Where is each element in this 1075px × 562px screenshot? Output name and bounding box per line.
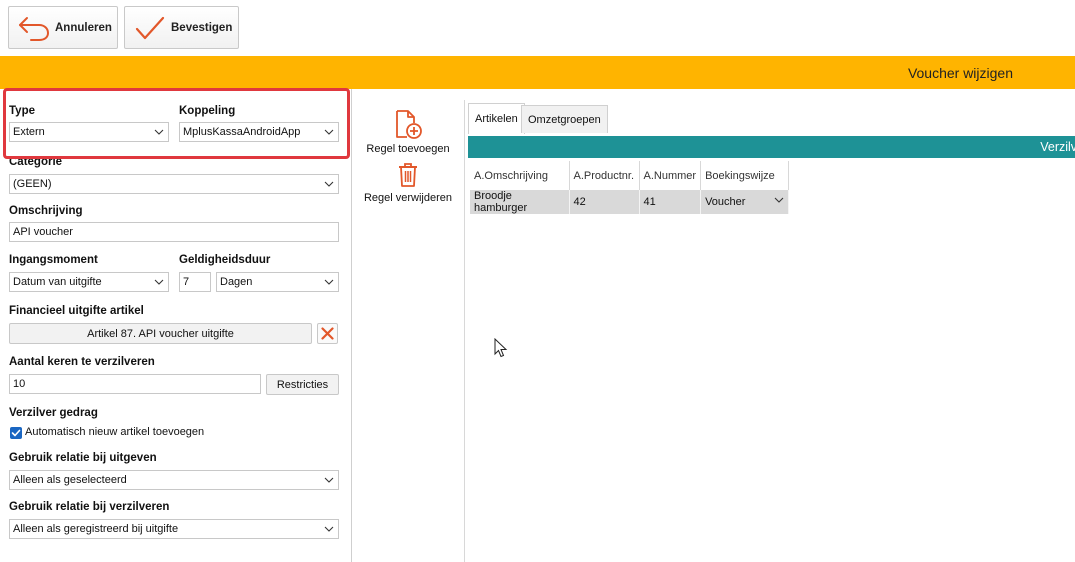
remove-row-button[interactable]: Regel verwijderen xyxy=(352,162,464,204)
cancel-button[interactable]: Annuleren xyxy=(8,6,118,49)
verzilver-gedrag-label: Verzilver gedrag xyxy=(9,407,98,419)
grid-header-bar: Verzilve xyxy=(468,136,1075,158)
confirm-button[interactable]: Bevestigen xyxy=(124,6,239,49)
tab-artikelen-label: Artikelen xyxy=(475,113,518,125)
relatie-verzilveren-select[interactable]: Alleen als geregistreerd bij uitgifte xyxy=(9,519,339,539)
chevron-down-icon xyxy=(154,279,164,285)
aantal-value: 10 xyxy=(13,378,26,390)
grid-header-bar-text: Verzilve xyxy=(1040,140,1075,154)
column-header-nummer[interactable]: A.Nummer xyxy=(639,161,702,190)
financieel-value: Artikel 87. API voucher uitgifte xyxy=(87,327,234,340)
ingangsmoment-label: Ingangsmoment xyxy=(9,254,98,266)
chevron-down-icon xyxy=(324,477,334,483)
clear-article-button[interactable] xyxy=(317,323,338,344)
categorie-value: (GEEN) xyxy=(13,178,52,190)
toolbar: Annuleren Bevestigen xyxy=(0,0,1075,56)
aantal-label: Aantal keren te verzilveren xyxy=(9,356,155,368)
auto-add-checkbox[interactable] xyxy=(10,427,22,439)
title-banner: Voucher wijzigen xyxy=(0,56,1075,89)
restricties-label: Restricties xyxy=(276,378,329,391)
table-header-row: A.Omschrijving A.Productnr. A.Nummer Boe… xyxy=(470,161,790,190)
chevron-down-icon xyxy=(324,526,334,532)
cell-omschrijving[interactable]: Broodje hamburger xyxy=(470,190,570,214)
cell-nummer[interactable]: 41 xyxy=(639,190,702,214)
page-title: Voucher wijzigen xyxy=(907,64,1013,81)
cell-boekingswijze-value: Voucher xyxy=(705,196,746,208)
restricties-button[interactable]: Restricties xyxy=(266,374,339,395)
cancel-label: Annuleren xyxy=(55,21,112,34)
geldigheidsduur-unit: Dagen xyxy=(220,276,253,288)
column-header-boekingswijze[interactable]: Boekingswijze xyxy=(700,161,790,190)
omschrijving-label: Omschrijving xyxy=(9,205,83,217)
geldigheidsduur-label: Geldigheidsduur xyxy=(179,254,271,266)
add-document-icon xyxy=(396,110,422,139)
close-icon xyxy=(321,327,334,340)
column-header-productnr[interactable]: A.Productnr. xyxy=(569,161,640,190)
table-row[interactable]: Broodje hamburger 42 41 Voucher xyxy=(470,190,790,214)
check-icon xyxy=(11,429,21,437)
add-row-label: Regel toevoegen xyxy=(366,143,450,155)
articles-table: A.Omschrijving A.Productnr. A.Nummer Boe… xyxy=(470,161,790,214)
ingangsmoment-select[interactable]: Datum van uitgifte xyxy=(9,272,169,292)
relatie-verzilveren-label: Gebruik relatie bij verzilveren xyxy=(9,501,170,513)
financieel-label: Financieel uitgifte artikel xyxy=(9,305,144,317)
geldigheidsduur-value: 7 xyxy=(183,276,190,288)
omschrijving-input[interactable]: API voucher xyxy=(9,222,339,242)
cell-boekingswijze[interactable]: Voucher xyxy=(700,190,790,214)
relatie-uitgeven-select[interactable]: Alleen als geselecteerd xyxy=(9,470,339,490)
categorie-select[interactable]: (GEEN) xyxy=(9,174,339,194)
chevron-down-icon xyxy=(324,181,334,187)
aantal-input[interactable]: 10 xyxy=(9,374,261,394)
geldigheidsduur-input[interactable]: 7 xyxy=(179,272,211,292)
column-header-omschrijving[interactable]: A.Omschrijving xyxy=(470,161,570,190)
trash-icon xyxy=(399,163,417,187)
relatie-uitgeven-label: Gebruik relatie bij uitgeven xyxy=(9,452,157,464)
tab-omzetgroepen[interactable]: Omzetgroepen xyxy=(521,105,608,133)
relatie-verzilveren-value: Alleen als geregistreerd bij uitgifte xyxy=(13,523,179,535)
omschrijving-value: API voucher xyxy=(13,226,73,238)
cell-productnr[interactable]: 42 xyxy=(569,190,640,214)
grid-panel: Artikelen Omzetgroepen Verzilve A.Omschr… xyxy=(464,100,1075,562)
chevron-down-icon[interactable] xyxy=(774,195,784,205)
checkmark-icon xyxy=(135,16,165,39)
undo-arrow-icon xyxy=(19,16,50,41)
financieel-article-button[interactable]: Artikel 87. API voucher uitgifte xyxy=(9,323,312,344)
remove-row-label: Regel verwijderen xyxy=(363,192,453,204)
relatie-uitgeven-value: Alleen als geselecteerd xyxy=(13,474,127,486)
add-row-button[interactable]: Regel toevoegen xyxy=(352,109,464,155)
row-actions-panel: Regel toevoegen Regel verwijderen xyxy=(352,89,464,562)
tab-omzetgroepen-label: Omzetgroepen xyxy=(528,113,601,126)
ingangsmoment-value: Datum van uitgifte xyxy=(13,276,102,288)
tab-artikelen[interactable]: Artikelen xyxy=(468,103,525,134)
chevron-down-icon xyxy=(324,279,334,285)
mouse-cursor-icon xyxy=(494,338,508,358)
geldigheidsduur-unit-select[interactable]: Dagen xyxy=(216,272,339,292)
auto-add-checkbox-label: Automatisch nieuw artikel toevoegen xyxy=(25,426,205,438)
confirm-label: Bevestigen xyxy=(171,21,233,34)
highlight-box xyxy=(3,88,350,159)
